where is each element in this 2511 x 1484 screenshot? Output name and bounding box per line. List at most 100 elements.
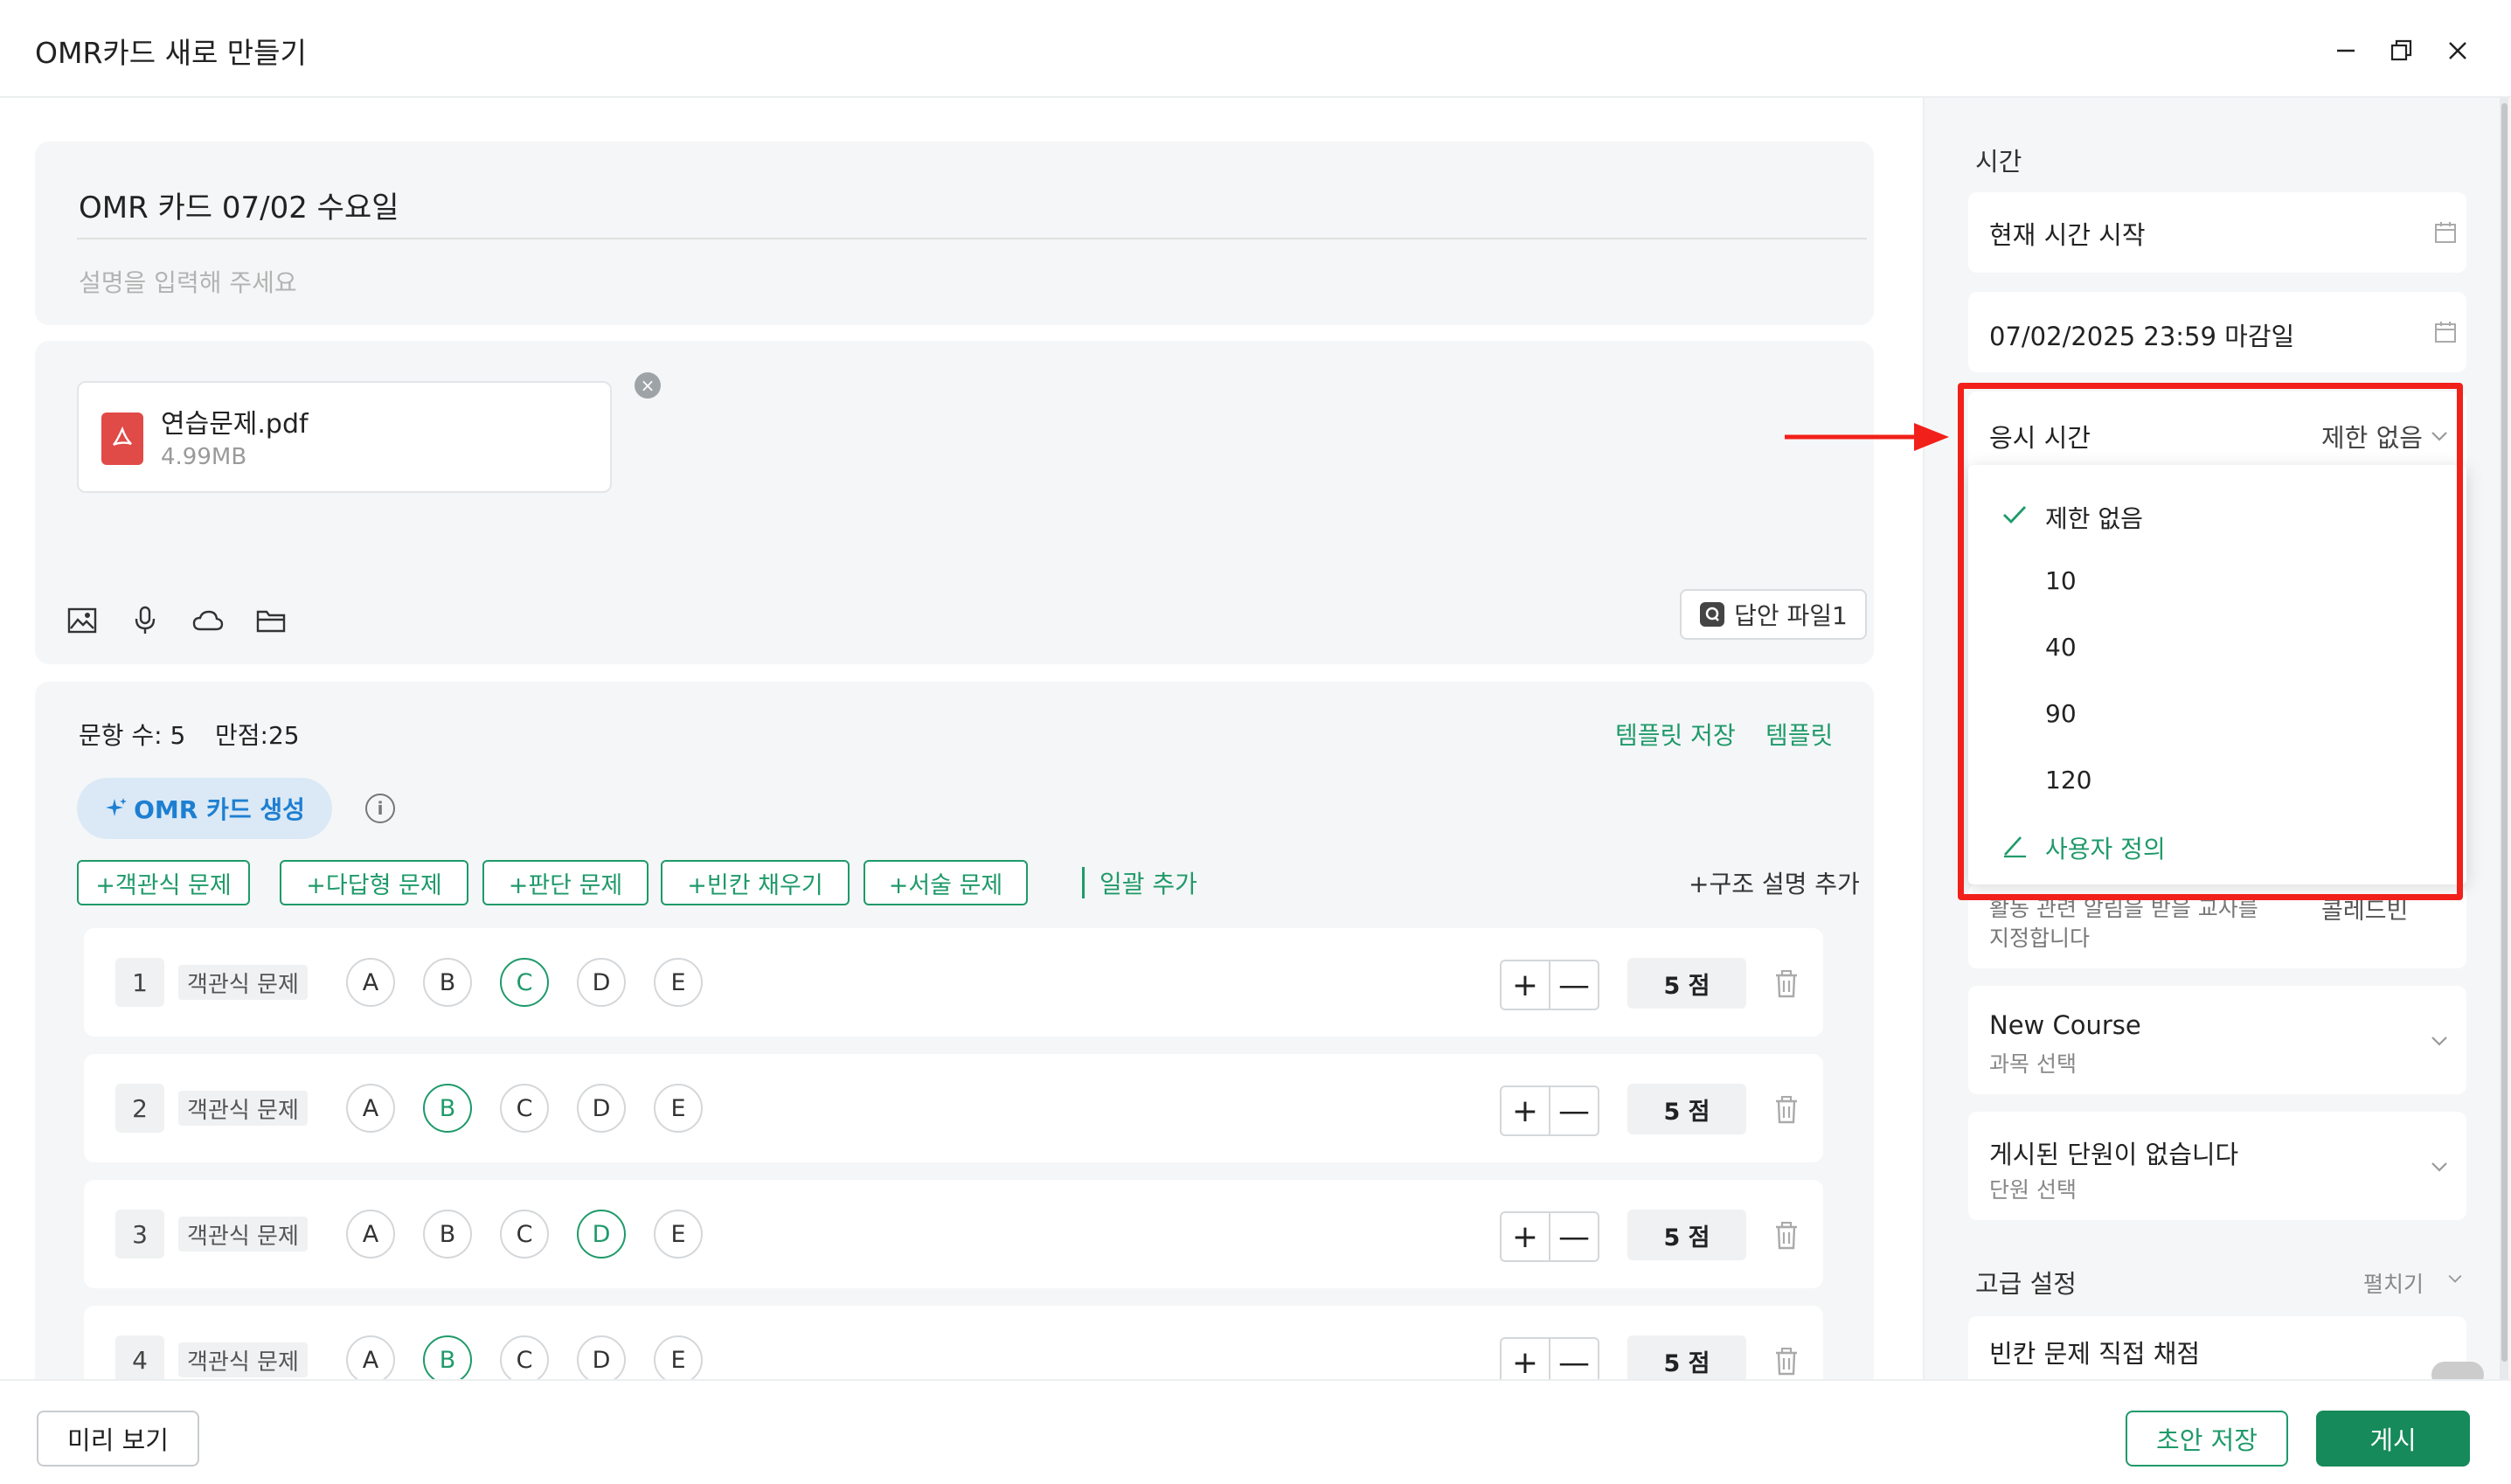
deadline-field[interactable]: 07/02/2025 23:59 마감일 <box>1968 292 2466 372</box>
generate-omr-button[interactable]: OMR 카드 생성 <box>77 778 332 839</box>
start-time-value: 현재 시간 시작 <box>1989 220 2146 250</box>
question-number: 3 <box>115 1210 164 1259</box>
restore-icon[interactable] <box>2383 31 2421 70</box>
file-card[interactable]: 연습문제.pdf 4.99MB <box>77 381 612 493</box>
trash-icon[interactable] <box>1769 1344 1804 1379</box>
question-number: 1 <box>115 958 164 1007</box>
option-b[interactable]: B <box>423 1335 472 1379</box>
option-stepper: + — <box>1500 1085 1599 1136</box>
option-c[interactable]: C <box>500 1084 549 1133</box>
add-multiple-choice-button[interactable]: +객관식 문제 <box>77 860 250 905</box>
answer-file-icon <box>1700 602 1725 627</box>
highlight-box <box>1958 383 2463 900</box>
option-e[interactable]: E <box>654 1084 703 1133</box>
remove-file-icon[interactable]: × <box>635 372 661 399</box>
option-e[interactable]: E <box>654 958 703 1007</box>
answer-file-button[interactable]: 답안 파일1 <box>1680 589 1867 640</box>
total-score: 만점:25 <box>215 721 300 750</box>
save-template-link[interactable]: 템플릿 저장 <box>1615 717 1736 752</box>
file-name: 연습문제.pdf <box>161 409 309 440</box>
add-option-button[interactable]: + <box>1502 1339 1549 1380</box>
option-stepper: + — <box>1500 1337 1599 1379</box>
question-type-badge: 객관식 문제 <box>178 1091 308 1126</box>
remove-option-button[interactable]: — <box>1550 1339 1598 1380</box>
unit-select[interactable]: 게시된 단원이 없습니다 단원 선택 <box>1968 1112 2466 1220</box>
add-structure-link[interactable]: +구조 설명 추가 <box>1689 865 1860 900</box>
add-option-button[interactable]: + <box>1502 961 1549 1009</box>
question-row: 4 객관식 문제 A B C D E + — 5 점 <box>84 1306 1823 1379</box>
option-c[interactable]: C <box>500 958 549 1007</box>
option-e[interactable]: E <box>654 1210 703 1259</box>
close-icon[interactable] <box>2438 31 2477 70</box>
option-a[interactable]: A <box>346 1210 395 1259</box>
course-name: New Course <box>1989 1010 2141 1040</box>
add-fill-blank-button[interactable]: +빈칸 채우기 <box>661 860 850 905</box>
folder-icon[interactable] <box>253 603 288 638</box>
option-b[interactable]: B <box>423 958 472 1007</box>
separator <box>1082 867 1085 898</box>
start-time-field[interactable]: 현재 시간 시작 <box>1968 192 2466 273</box>
image-icon[interactable] <box>65 603 100 638</box>
info-icon[interactable]: i <box>365 794 395 823</box>
cloud-icon[interactable] <box>191 603 225 638</box>
title-bar: OMR카드 새로 만들기 <box>0 0 2511 98</box>
option-c[interactable]: C <box>500 1335 549 1379</box>
card-title[interactable]: OMR 카드 07/02 수요일 <box>79 184 399 226</box>
trash-icon[interactable] <box>1769 1218 1804 1253</box>
course-select[interactable]: New Course 과목 선택 <box>1968 986 2466 1094</box>
expand-link[interactable]: 펼치기 <box>2363 1267 2424 1299</box>
minimize-icon[interactable] <box>2327 31 2365 70</box>
post-button[interactable]: 게시 <box>2316 1411 2470 1467</box>
main-content: OMR 카드 07/02 수요일 설명을 입력해 주세요 연습문제.pdf 4.… <box>0 98 1923 1379</box>
option-b[interactable]: B <box>423 1084 472 1133</box>
blank-grading-toggle[interactable] <box>2431 1362 2484 1379</box>
option-a[interactable]: A <box>346 958 395 1007</box>
pdf-icon <box>101 413 143 465</box>
red-arrow-icon <box>1785 423 1949 451</box>
footer-bar: 미리 보기 초안 저장 게시 <box>0 1379 2511 1484</box>
add-true-false-button[interactable]: +판단 문제 <box>482 860 649 905</box>
title-card: OMR 카드 07/02 수요일 설명을 입력해 주세요 <box>35 142 1874 325</box>
option-e[interactable]: E <box>654 1335 703 1379</box>
option-stepper: + — <box>1500 960 1599 1010</box>
microphone-icon[interactable] <box>128 603 163 638</box>
option-a[interactable]: A <box>346 1335 395 1379</box>
score-input[interactable]: 5 점 <box>1627 1210 1746 1260</box>
preview-button[interactable]: 미리 보기 <box>37 1411 199 1467</box>
save-draft-button[interactable]: 초안 저장 <box>2126 1411 2288 1467</box>
description-input[interactable]: 설명을 입력해 주세요 <box>79 264 297 299</box>
option-a[interactable]: A <box>346 1084 395 1133</box>
remove-option-button[interactable]: — <box>1550 1213 1598 1260</box>
add-option-button[interactable]: + <box>1502 1213 1549 1260</box>
remove-option-button[interactable]: — <box>1550 961 1598 1009</box>
score-input[interactable]: 5 점 <box>1627 958 1746 1009</box>
title-divider <box>77 238 1867 239</box>
option-d[interactable]: D <box>577 1210 626 1259</box>
chevron-down-icon <box>2431 1037 2447 1046</box>
scrollbar-thumb[interactable] <box>2501 103 2508 1362</box>
time-label: 시간 <box>1975 147 2022 177</box>
question-type-badge: 객관식 문제 <box>178 1217 308 1252</box>
trash-icon[interactable] <box>1769 1092 1804 1127</box>
chevron-down-icon <box>2431 1162 2447 1172</box>
option-c[interactable]: C <box>500 1210 549 1259</box>
option-d[interactable]: D <box>577 1084 626 1133</box>
question-row: 1 객관식 문제 A B C D E + — 5 점 <box>84 928 1823 1037</box>
unit-sub: 단원 선택 <box>1989 1177 2077 1203</box>
trash-icon[interactable] <box>1769 967 1804 1002</box>
window-title: OMR카드 새로 만들기 <box>35 36 307 70</box>
add-multi-answer-button[interactable]: +다답형 문제 <box>280 860 468 905</box>
option-b[interactable]: B <box>423 1210 472 1259</box>
option-d[interactable]: D <box>577 1335 626 1379</box>
add-essay-button[interactable]: +서술 문제 <box>864 860 1028 905</box>
unit-name: 게시된 단원이 없습니다 <box>1989 1140 2239 1169</box>
template-link[interactable]: 템플릿 <box>1765 717 1833 752</box>
remove-option-button[interactable]: — <box>1550 1087 1598 1134</box>
score-input[interactable]: 5 점 <box>1627 1084 1746 1134</box>
batch-add-link[interactable]: 일괄 추가 <box>1099 865 1197 900</box>
blank-grading-field: 빈칸 문제 직접 채점 <box>1968 1316 2484 1379</box>
add-option-button[interactable]: + <box>1502 1087 1549 1134</box>
option-d[interactable]: D <box>577 958 626 1007</box>
score-input[interactable]: 5 점 <box>1627 1335 1746 1379</box>
question-number: 2 <box>115 1084 164 1133</box>
